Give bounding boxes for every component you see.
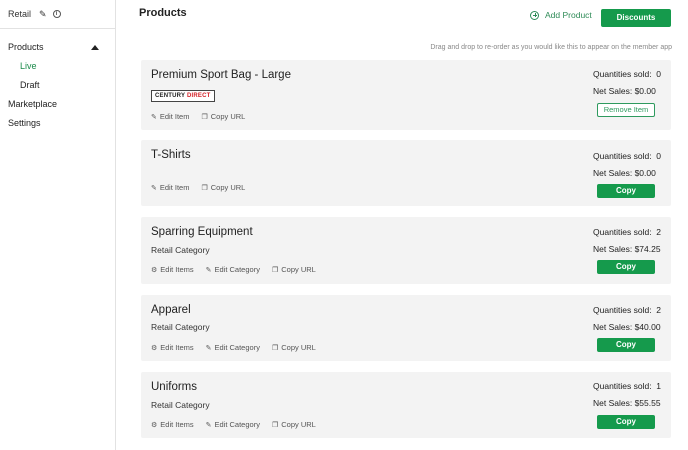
edit-items-link[interactable]: ⚙ Edit Items xyxy=(151,420,194,429)
copy-button[interactable]: Copy xyxy=(597,184,655,198)
copy-url-link[interactable]: ❐ Copy URL xyxy=(201,112,245,121)
quantities-sold-label: Quantities sold: xyxy=(593,151,652,161)
copy-button[interactable]: Copy xyxy=(597,415,655,429)
product-actions: ⚙ Edit Items ✎ Edit Category ❐ Copy URL xyxy=(151,420,328,429)
product-actions: ✎ Edit Item ❐ Copy URL xyxy=(151,183,257,192)
gear-icon: ⚙ xyxy=(151,266,158,274)
quantities-sold-label: Quantities sold: xyxy=(593,305,652,315)
page-title: Products xyxy=(139,7,187,19)
pencil-icon: ✎ xyxy=(205,344,212,352)
product-subtitle: Retail Category xyxy=(151,322,210,332)
copy-url-link[interactable]: ❐ Copy URL xyxy=(272,265,316,274)
product-actions: ✎ Edit Item ❐ Copy URL xyxy=(151,112,257,121)
sidebar-item-label: Draft xyxy=(20,80,40,90)
reorder-hint: Drag and drop to re-order as you would l… xyxy=(430,44,672,51)
collapse-caret-icon[interactable] xyxy=(91,45,99,50)
product-stats: Quantities sold: 2 Net Sales: $74.25 xyxy=(593,224,661,258)
product-name: Premium Sport Bag - Large xyxy=(151,69,291,81)
copy-button[interactable]: Copy xyxy=(597,260,655,274)
sidebar-item-label: Products xyxy=(8,42,44,52)
net-sales: Net Sales: $0.00 xyxy=(593,168,656,178)
discounts-button[interactable]: Discounts xyxy=(601,9,671,27)
sidebar-item-draft[interactable]: Draft xyxy=(0,76,115,95)
sidebar-item-products[interactable]: Products xyxy=(0,38,115,57)
sidebar-header: Retail ✎ i xyxy=(0,0,115,29)
edit-items-link[interactable]: ⚙ Edit Items xyxy=(151,265,194,274)
copy-icon: ❐ xyxy=(271,421,279,429)
net-sales: Net Sales: $55.55 xyxy=(593,398,661,408)
net-sales: Net Sales: $74.25 xyxy=(593,244,661,254)
copy-icon: ❐ xyxy=(201,113,208,121)
sidebar-item-label: Live xyxy=(20,61,37,71)
edit-item-link[interactable]: ✎ Edit Item xyxy=(151,112,189,121)
product-name: T-Shirts xyxy=(151,149,191,161)
sidebar: Retail ✎ i Products Live Draft Marketpla… xyxy=(0,0,116,450)
product-subtitle: Retail Category xyxy=(151,245,210,255)
add-product-button[interactable]: Add Product xyxy=(530,10,592,20)
add-circle-icon xyxy=(530,10,539,20)
pencil-icon: ✎ xyxy=(151,113,157,121)
edit-category-link[interactable]: ✎ Edit Category xyxy=(206,265,260,274)
quantities-sold-label: Quantities sold: xyxy=(593,381,652,391)
copy-icon: ❐ xyxy=(201,184,208,192)
quantities-sold-value: 0 xyxy=(656,69,661,79)
product-card[interactable]: Sparring Equipment Retail Category ⚙ Edit… xyxy=(141,217,671,284)
gear-icon: ⚙ xyxy=(151,344,158,352)
gear-icon: ⚙ xyxy=(151,421,158,429)
edit-category-link[interactable]: ✎ Edit Category xyxy=(206,343,260,352)
pencil-icon: ✎ xyxy=(151,184,157,192)
quantities-sold-label: Quantities sold: xyxy=(593,69,652,79)
quantities-sold-value: 1 xyxy=(656,381,661,391)
product-name: Uniforms xyxy=(151,381,198,393)
product-name: Apparel xyxy=(151,304,191,316)
pencil-icon: ✎ xyxy=(205,266,212,274)
quantities-sold-value: 0 xyxy=(656,151,661,161)
main-content: Products Add Product Discounts Drag and … xyxy=(117,0,688,450)
edit-pencil-icon[interactable]: ✎ xyxy=(39,9,47,20)
brand-logo: CENTURY DIRECT xyxy=(151,90,215,102)
net-sales: Net Sales: $40.00 xyxy=(593,322,661,332)
quantities-sold-value: 2 xyxy=(656,305,661,315)
sidebar-item-label: Settings xyxy=(8,118,41,128)
sidebar-nav: Products Live Draft Marketplace Settings xyxy=(0,29,115,133)
sidebar-title: Retail xyxy=(8,9,32,19)
remove-item-button[interactable]: Remove Item xyxy=(597,103,655,117)
product-name: Sparring Equipment xyxy=(151,226,253,238)
copy-url-link[interactable]: ❐ Copy URL xyxy=(201,183,245,192)
sidebar-item-marketplace[interactable]: Marketplace xyxy=(0,95,115,114)
product-stats: Quantities sold: 0 Net Sales: $0.00 xyxy=(593,66,661,100)
product-card[interactable]: Uniforms Retail Category ⚙ Edit Items ✎ Ed… xyxy=(141,372,671,438)
copy-button[interactable]: Copy xyxy=(597,338,655,352)
product-actions: ⚙ Edit Items ✎ Edit Category ❐ Copy URL xyxy=(151,265,328,274)
product-stats: Quantities sold: 0 Net Sales: $0.00 xyxy=(593,148,661,182)
product-subtitle: Retail Category xyxy=(151,400,210,410)
quantities-sold-value: 2 xyxy=(656,227,661,237)
info-icon[interactable]: i xyxy=(52,10,61,18)
edit-items-link[interactable]: ⚙ Edit Items xyxy=(151,343,194,352)
product-actions: ⚙ Edit Items ✎ Edit Category ❐ Copy URL xyxy=(151,343,328,352)
product-stats: Quantities sold: 1 Net Sales: $55.55 xyxy=(593,378,661,412)
net-sales: Net Sales: $0.00 xyxy=(593,86,656,96)
sidebar-item-label: Marketplace xyxy=(8,99,58,109)
copy-icon: ❐ xyxy=(271,344,279,352)
edit-category-link[interactable]: ✎ Edit Category xyxy=(206,420,260,429)
add-product-label: Add Product xyxy=(545,10,592,20)
sidebar-item-settings[interactable]: Settings xyxy=(0,114,115,133)
copy-icon: ❐ xyxy=(271,266,279,274)
copy-url-link[interactable]: ❐ Copy URL xyxy=(272,420,316,429)
product-stats: Quantities sold: 2 Net Sales: $40.00 xyxy=(593,302,661,336)
edit-item-link[interactable]: ✎ Edit Item xyxy=(151,183,189,192)
quantities-sold-label: Quantities sold: xyxy=(593,227,652,237)
product-card[interactable]: T-Shirts ✎ Edit Item ❐ Copy URL Quantities… xyxy=(141,140,671,206)
product-card[interactable]: Apparel Retail Category ⚙ Edit Items ✎ Edi… xyxy=(141,295,671,361)
copy-url-link[interactable]: ❐ Copy URL xyxy=(272,343,316,352)
pencil-icon: ✎ xyxy=(205,421,212,429)
sidebar-item-live[interactable]: Live xyxy=(0,57,115,76)
product-card[interactable]: Premium Sport Bag - Large CENTURY DIRECT… xyxy=(141,60,671,130)
